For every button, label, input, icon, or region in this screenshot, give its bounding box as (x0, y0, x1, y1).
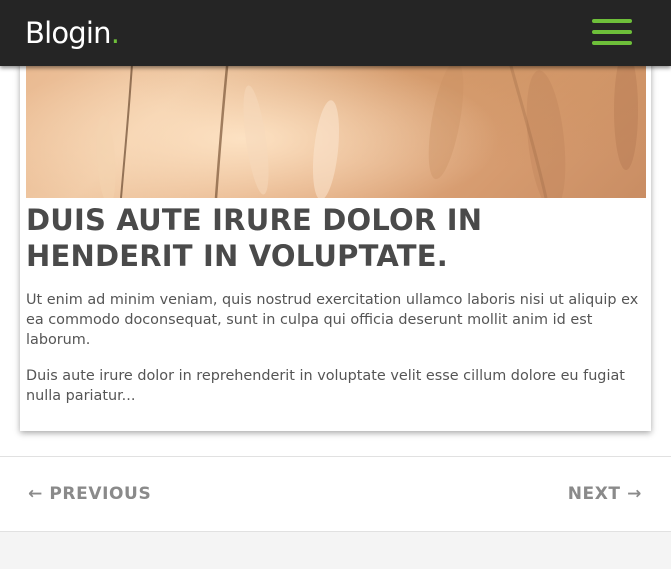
menu-bar (592, 30, 632, 34)
post-title[interactable]: DUIS AUTE IRURE DOLOR IN HENDERIT IN VOL… (26, 202, 636, 274)
menu-bar (592, 41, 632, 45)
post-excerpt-paragraph: Duis aute irure dolor in reprehenderit i… (26, 368, 625, 404)
logo-text: Blogin (25, 16, 112, 50)
previous-page-link[interactable]: ← PREVIOUS (28, 483, 151, 505)
menu-bar (592, 19, 632, 23)
footer-divider (0, 531, 671, 532)
logo-dot: . (110, 16, 120, 50)
content-area: DUIS AUTE IRURE DOLOR IN HENDERIT IN VOL… (0, 0, 671, 531)
pagination-top-divider (0, 456, 671, 457)
hamburger-menu-icon[interactable] (586, 15, 638, 51)
site-header: Blogin. (0, 0, 671, 66)
site-logo[interactable]: Blogin. (25, 15, 120, 51)
post-excerpt-paragraph: Ut enim ad minim veniam, quis nostrud ex… (26, 292, 639, 348)
next-page-link[interactable]: NEXT → (568, 483, 642, 505)
